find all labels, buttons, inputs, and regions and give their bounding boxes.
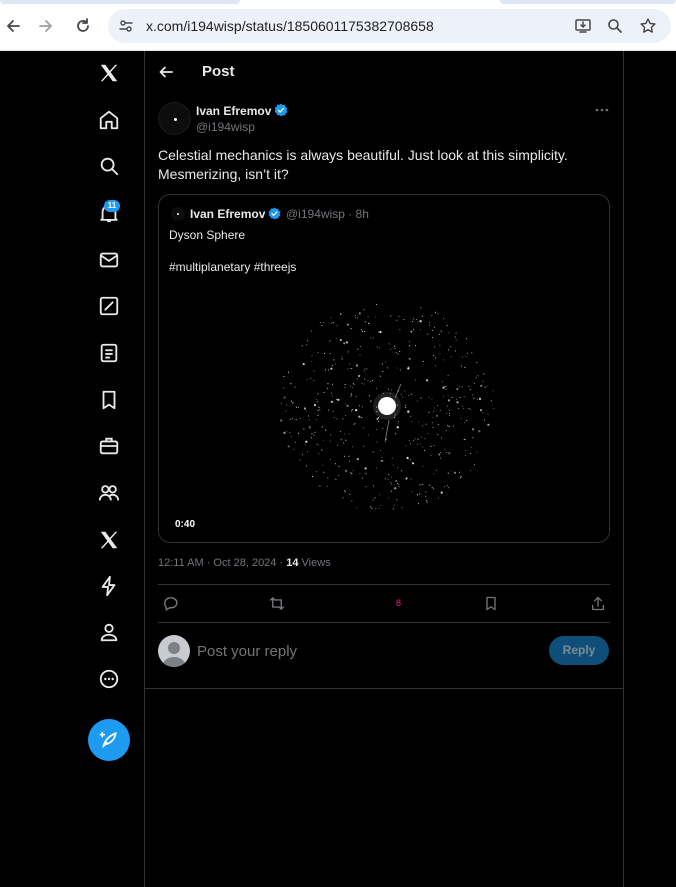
page-title: Post: [202, 63, 235, 80]
author-avatar[interactable]: [158, 102, 191, 135]
communities-icon[interactable]: [97, 481, 121, 505]
user-avatar[interactable]: [158, 635, 190, 667]
bookmarks-icon[interactable]: [97, 388, 121, 412]
back-button[interactable]: [0, 13, 26, 39]
reply-action[interactable]: [161, 594, 179, 612]
repost-action[interactable]: [268, 594, 286, 612]
verified-badge-icon: [274, 103, 288, 117]
quoted-video[interactable]: 0:40: [159, 288, 609, 542]
reload-icon: [77, 18, 89, 32]
forward-icon: [39, 20, 52, 32]
views-count: 14: [286, 557, 299, 569]
bookmark-star-icon[interactable]: [638, 16, 658, 36]
reply-input[interactable]: [197, 640, 497, 662]
more-options-icon[interactable]: [593, 103, 611, 117]
author-name[interactable]: Ivan Efremov: [196, 104, 271, 118]
explore-icon[interactable]: [97, 154, 121, 178]
reply-button[interactable]: Reply: [549, 636, 609, 665]
dyson-sphere-video-frame: [280, 303, 495, 510]
bookmark-action[interactable]: [482, 594, 500, 612]
x-logo-icon[interactable]: [97, 61, 121, 85]
back-button[interactable]: [156, 62, 176, 82]
premium-icon[interactable]: [97, 528, 121, 552]
tab-strip-edge: [500, 0, 676, 4]
site-settings-icon[interactable]: [116, 16, 136, 36]
profile-icon[interactable]: [97, 620, 121, 644]
share-action[interactable]: [589, 594, 607, 612]
tweet-timestamp[interactable]: 12:11 AM · Oct 28, 2024 ·: [158, 557, 286, 569]
forward-button[interactable]: [33, 13, 59, 39]
author-name-block[interactable]: Ivan Efremov: [196, 103, 288, 118]
home-icon[interactable]: [97, 108, 121, 132]
divider: [145, 688, 623, 689]
tab-strip-edge: [0, 0, 240, 4]
quoted-tweet-text: Dyson Sphere: [169, 228, 246, 242]
install-app-icon[interactable]: [573, 16, 593, 36]
quoted-author-name: Ivan Efremov: [190, 207, 266, 221]
url-text[interactable]: x.com/i194wisp/status/185060117538270865…: [146, 18, 434, 34]
quoted-tweet-card[interactable]: Ivan Efremov @i194wisp · 8h Dyson Sphere…: [158, 194, 610, 543]
repost-icon: [269, 596, 285, 610]
compose-feather-icon: [99, 731, 117, 748]
notification-badge: 11: [104, 200, 120, 212]
like-count[interactable]: 8: [396, 598, 401, 608]
bookmark-icon: [486, 596, 496, 610]
verified-orgs-icon[interactable]: [97, 574, 121, 598]
lists-icon[interactable]: [97, 341, 121, 365]
quoted-author-name-block: Ivan Efremov: [190, 207, 281, 221]
views-label: Views: [301, 557, 331, 569]
more-icon[interactable]: [97, 667, 121, 691]
author-handle[interactable]: @i194wisp: [196, 120, 255, 134]
messages-icon[interactable]: [97, 248, 121, 272]
reply-icon: [163, 596, 177, 611]
divider: [158, 622, 610, 623]
arrow-left-icon: [159, 66, 173, 78]
reload-button[interactable]: [70, 13, 96, 39]
zoom-icon[interactable]: [605, 16, 625, 36]
address-bar[interactable]: x.com/i194wisp/status/185060117538270865…: [108, 9, 671, 43]
back-icon: [7, 20, 20, 32]
browser-toolbar: x.com/i194wisp/status/185060117538270865…: [0, 0, 676, 51]
divider: [158, 584, 610, 585]
quoted-tweet-hashtags: #multiplanetary #threejs: [169, 260, 297, 274]
tweet-text: Celestial mechanics is always beautiful.…: [158, 147, 568, 182]
quoted-author-meta: @i194wisp · 8h: [286, 207, 369, 221]
share-icon: [592, 596, 604, 610]
quoted-author-avatar: [171, 207, 185, 221]
jobs-icon[interactable]: [97, 434, 121, 458]
compose-button[interactable]: [88, 719, 130, 761]
grok-icon[interactable]: [97, 294, 121, 318]
tweet-meta: 12:11 AM · Oct 28, 2024 · 14 Views: [158, 557, 331, 569]
verified-badge-icon: [268, 207, 281, 220]
video-duration: 0:40: [175, 519, 196, 530]
